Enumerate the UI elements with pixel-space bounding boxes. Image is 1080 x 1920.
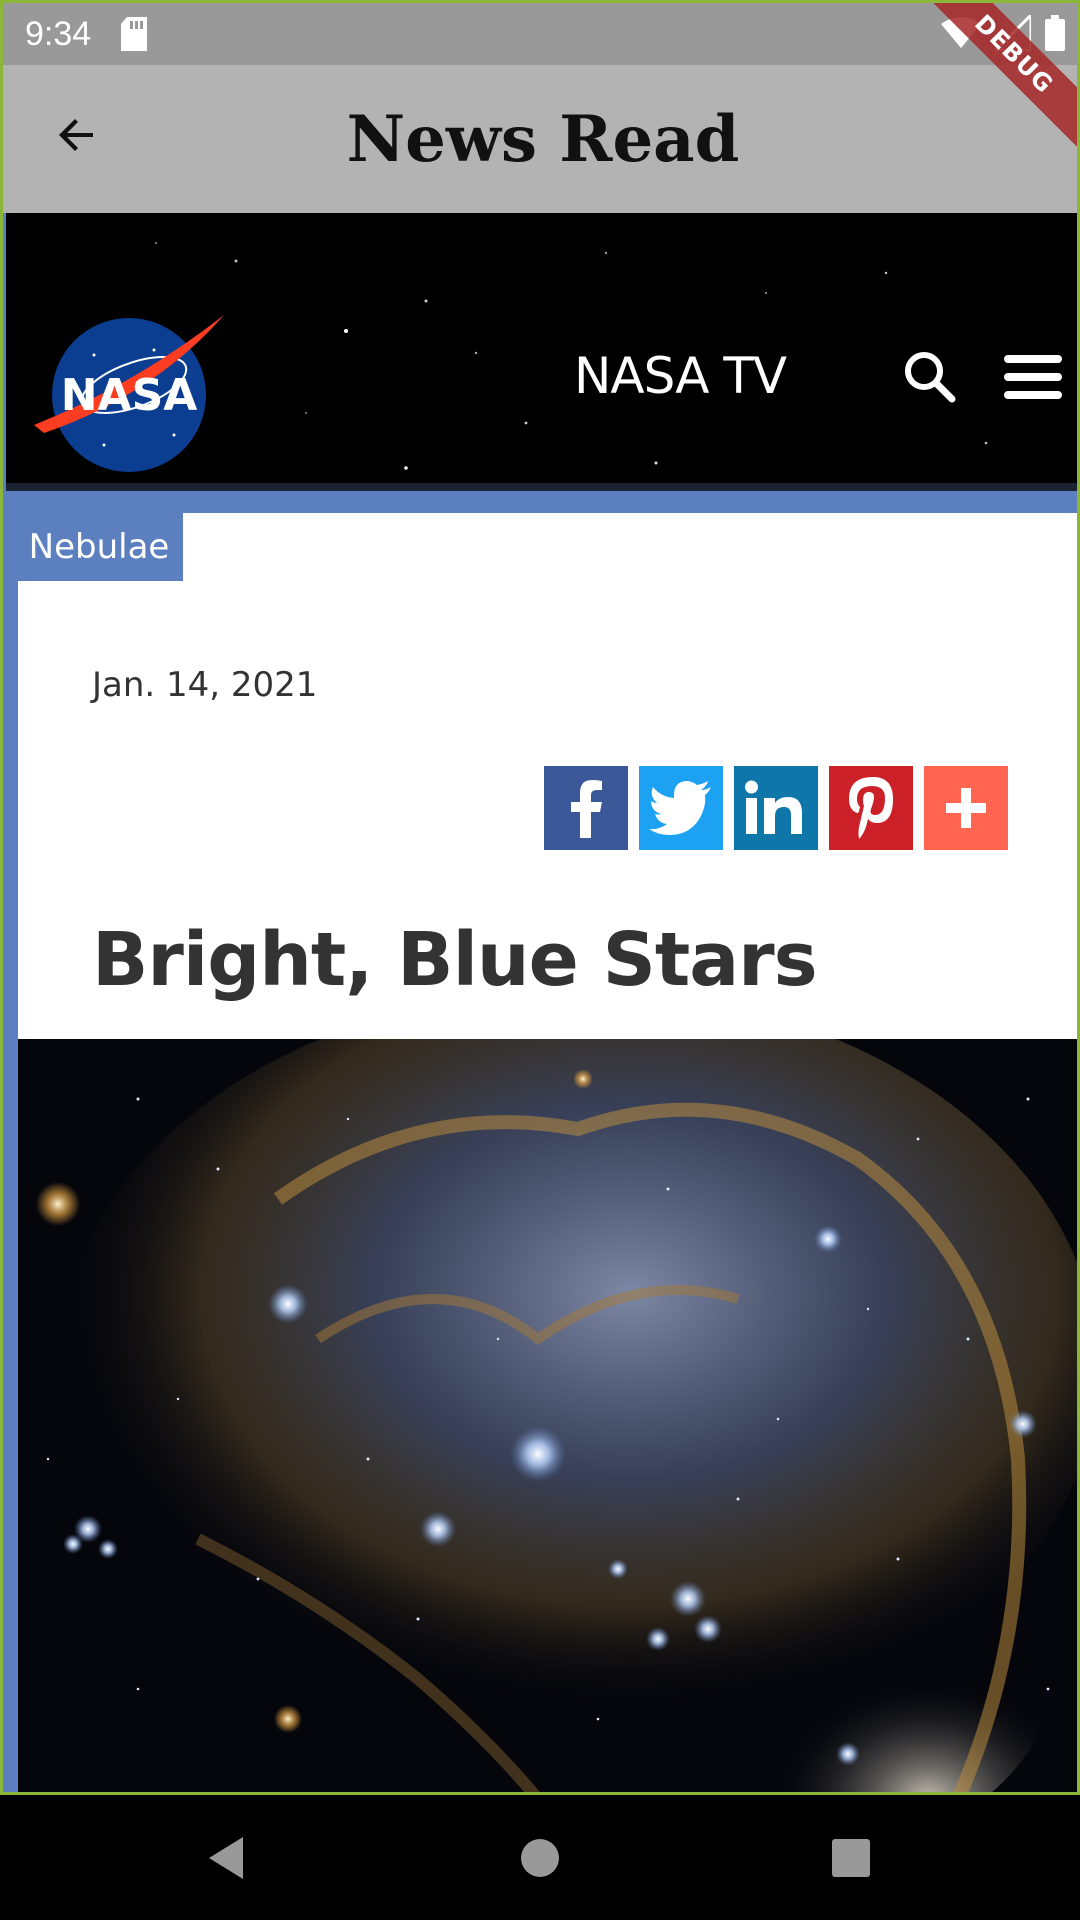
status-bar: 9:34 bbox=[3, 3, 1077, 65]
facebook-icon bbox=[571, 780, 602, 838]
twitter-icon bbox=[649, 781, 711, 835]
nav-back-button[interactable] bbox=[203, 1833, 253, 1883]
hamburger-menu-icon bbox=[1004, 355, 1062, 399]
system-navigation-bar bbox=[0, 1795, 1080, 1920]
battery-icon bbox=[1045, 15, 1065, 56]
nebula-hero-image bbox=[18, 1039, 1077, 1792]
search-button[interactable] bbox=[902, 349, 958, 405]
more-share-button[interactable] bbox=[924, 766, 1008, 850]
recents-square-icon bbox=[832, 1839, 870, 1877]
pinterest-share-button[interactable] bbox=[829, 766, 913, 850]
arrow-back-icon bbox=[59, 119, 93, 151]
site-header: NASA NASA TV bbox=[6, 213, 1077, 491]
back-triangle-icon bbox=[209, 1837, 243, 1879]
app-frame: 9:34 DEBUG News Read NASA NASA TV Nebula… bbox=[0, 0, 1080, 1795]
status-time: 9:34 bbox=[25, 14, 92, 53]
nasa-logo[interactable]: NASA bbox=[34, 305, 234, 475]
svg-text:NASA: NASA bbox=[61, 370, 198, 421]
article-title: Bright, Blue Stars bbox=[92, 917, 818, 1003]
nasa-tv-link[interactable]: NASA TV bbox=[574, 347, 787, 405]
home-circle-icon bbox=[521, 1839, 559, 1877]
sd-card-icon bbox=[121, 17, 149, 51]
menu-button[interactable] bbox=[1002, 353, 1064, 401]
twitter-share-button[interactable] bbox=[639, 766, 723, 850]
search-icon bbox=[905, 352, 956, 403]
plus-icon bbox=[946, 788, 986, 828]
article-card: Nebulae Jan. 14, 2021 Bright, Blue Stars bbox=[15, 513, 1077, 1792]
pinterest-icon bbox=[849, 777, 893, 839]
nav-home-button[interactable] bbox=[515, 1833, 565, 1883]
linkedin-share-button[interactable] bbox=[734, 766, 818, 850]
back-button[interactable] bbox=[45, 103, 109, 167]
accent-strip bbox=[6, 491, 1077, 513]
linkedin-icon bbox=[745, 780, 802, 834]
facebook-share-button[interactable] bbox=[544, 766, 628, 850]
app-title: News Read bbox=[346, 101, 740, 177]
share-buttons bbox=[544, 766, 1008, 850]
app-bar: News Read bbox=[3, 65, 1077, 213]
article-date: Jan. 14, 2021 bbox=[92, 665, 318, 705]
nav-recents-button[interactable] bbox=[826, 1833, 876, 1883]
category-tag[interactable]: Nebulae bbox=[15, 513, 183, 581]
